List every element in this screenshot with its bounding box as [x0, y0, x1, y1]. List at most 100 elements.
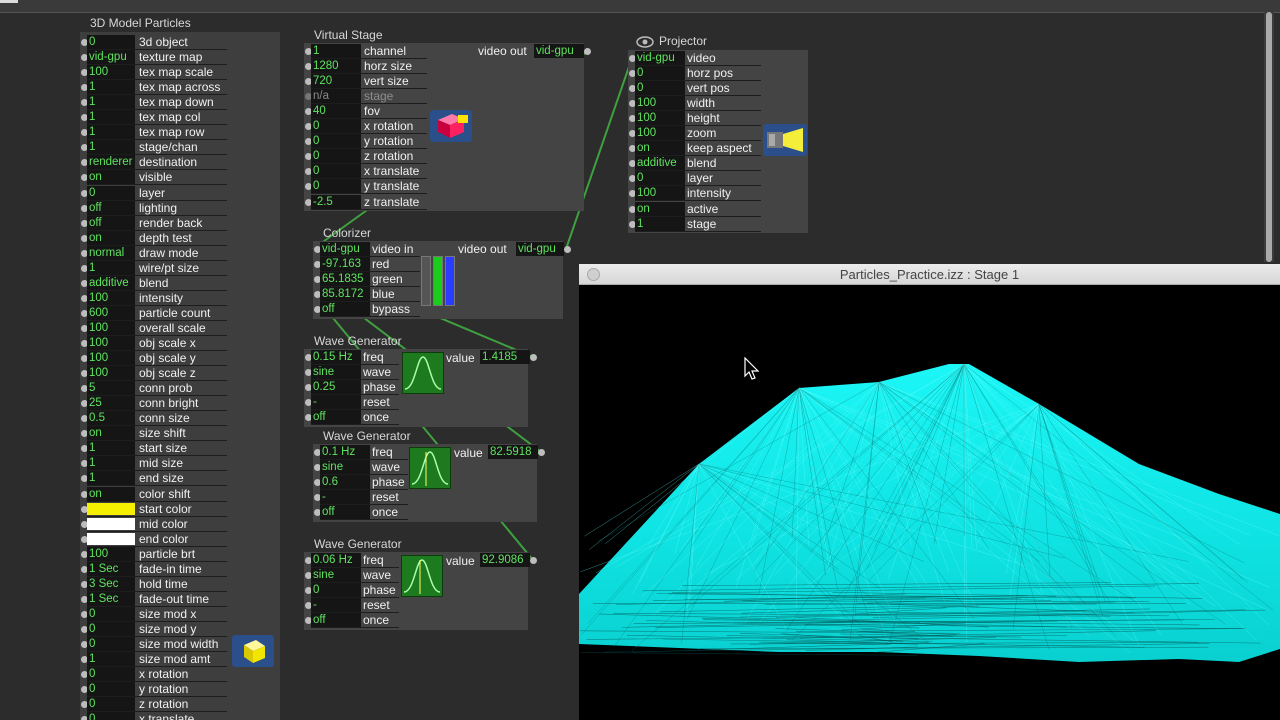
port-value[interactable]: 1	[87, 80, 135, 95]
port-value[interactable]: 100	[635, 186, 685, 201]
port-value[interactable]: 1	[87, 125, 135, 140]
port-value[interactable]: 0.25	[311, 380, 361, 395]
port-value[interactable]: n/a	[311, 89, 361, 104]
port-value[interactable]: vid-gpu	[635, 51, 685, 65]
rgb-bars-icon[interactable]	[419, 254, 459, 306]
port-value[interactable]: on	[87, 486, 135, 501]
port-value[interactable]: -	[311, 395, 361, 410]
port-value[interactable]: on	[87, 170, 135, 185]
port-value[interactable]: 0	[87, 621, 135, 636]
port-value[interactable]: 0	[311, 583, 361, 598]
actor-3d-model-particles[interactable]: 3D Model Particles 0 3d object vid-gpu text…	[80, 16, 280, 720]
port-value[interactable]: on	[87, 426, 135, 441]
port-value[interactable]: 0.1 Hz	[320, 445, 370, 459]
port-value[interactable]: 0	[311, 119, 361, 134]
port-value[interactable]: 0	[311, 164, 361, 179]
output-port[interactable]	[530, 557, 537, 564]
port-value[interactable]: 1	[87, 140, 135, 155]
output-port[interactable]	[584, 48, 591, 55]
port-value[interactable]: off	[311, 613, 361, 628]
port-value[interactable]: -	[311, 598, 361, 613]
port-value[interactable]: vid-gpu	[87, 50, 135, 65]
port-value[interactable]: 100	[635, 96, 685, 111]
port-value[interactable]: 1280	[311, 59, 361, 74]
port-value[interactable]: 0	[87, 667, 135, 682]
port-value[interactable]: additive	[87, 275, 135, 290]
color-swatch[interactable]	[87, 532, 135, 545]
port-value[interactable]: 1	[635, 216, 685, 231]
port-value[interactable]: 100	[87, 336, 135, 350]
port-value[interactable]: 0	[311, 179, 361, 194]
port-value[interactable]: 100	[87, 546, 135, 561]
port-value[interactable]: 0	[635, 66, 685, 81]
port-value[interactable]: 0	[311, 149, 361, 164]
output-port[interactable]	[564, 246, 571, 253]
output-port[interactable]	[538, 449, 545, 456]
output-value[interactable]: 82.5918	[488, 445, 538, 459]
port-value[interactable]: 1 Sec	[87, 561, 135, 576]
port-value[interactable]: 3 Sec	[87, 576, 135, 591]
eye-icon[interactable]	[636, 35, 654, 48]
actor-wave-generator-2[interactable]: Wave Generator 0.1 Hz freq sine wave 0.6 phas…	[313, 429, 545, 522]
port-value[interactable]: additive	[635, 156, 685, 171]
port-value[interactable]: 0.5	[87, 411, 135, 426]
port-value[interactable]: 0.15 Hz	[311, 350, 361, 364]
sine-wave-icon[interactable]	[401, 555, 443, 597]
port-value[interactable]: off	[87, 200, 135, 215]
port-value[interactable]: 1	[87, 95, 135, 110]
port-value[interactable]: 65.1835	[320, 272, 370, 287]
output-value[interactable]: 92.9086	[480, 553, 530, 567]
port-value[interactable]: 1	[311, 44, 361, 58]
port-value[interactable]: -97.163	[320, 257, 370, 272]
projector-icon[interactable]	[763, 124, 807, 156]
port-value[interactable]: 0	[635, 171, 685, 186]
isadora-patch-canvas[interactable]: 3D Model Particles 0 3d object vid-gpu text…	[0, 0, 1280, 720]
port-value[interactable]: 0.06 Hz	[311, 553, 361, 567]
output-value[interactable]: vid-gpu	[534, 44, 584, 58]
port-value[interactable]: 0	[87, 637, 135, 651]
port-value[interactable]: 100	[87, 351, 135, 366]
port-value[interactable]: 1	[87, 110, 135, 125]
actor-projector[interactable]: Projector vid-gpu video 0 horz pos 0 vert pos…	[628, 34, 808, 233]
port-value[interactable]: 100	[87, 320, 135, 335]
port-value[interactable]: sine	[320, 460, 370, 475]
port-value[interactable]: 100	[635, 126, 685, 141]
color-swatch[interactable]	[87, 502, 135, 515]
actor-virtual-stage[interactable]: Virtual Stage 1 channel 1280 horz size 720 ve…	[304, 28, 591, 211]
port-value[interactable]: off	[311, 410, 361, 425]
vertical-scrollbar[interactable]	[1264, 12, 1274, 262]
port-value[interactable]: sine	[311, 365, 361, 380]
port-value[interactable]: 85.8172	[320, 287, 370, 302]
port-value[interactable]: 100	[87, 290, 135, 305]
scrollbar-thumb[interactable]	[1266, 12, 1272, 262]
port-value[interactable]: 1	[87, 652, 135, 667]
port-value[interactable]: 1 Sec	[87, 591, 135, 606]
port-value[interactable]: 0	[87, 35, 135, 49]
actor-wave-generator-1[interactable]: Wave Generator 0.15 Hz freq sine wave 0.25 ph…	[304, 334, 537, 427]
port-value[interactable]: renderer	[87, 155, 135, 170]
port-value[interactable]: 1	[87, 456, 135, 471]
stage-titlebar[interactable]: Particles_Practice.izz : Stage 1	[579, 264, 1280, 285]
actor-colorizer[interactable]: Colorizer vid-gpu video in -97.163 red 65.18…	[313, 226, 571, 319]
port-value[interactable]: 5	[87, 381, 135, 396]
port-value[interactable]: 0	[87, 606, 135, 621]
port-value[interactable]: 1	[87, 441, 135, 456]
port-value[interactable]: 100	[87, 65, 135, 80]
port-value[interactable]: sine	[311, 568, 361, 583]
port-value[interactable]: 0	[87, 682, 135, 697]
port-value[interactable]: 0	[87, 697, 135, 712]
color-swatch[interactable]	[87, 517, 135, 530]
red-cube-icon[interactable]	[430, 110, 472, 142]
stage-window[interactable]: Particles_Practice.izz : Stage 1	[579, 264, 1280, 720]
port-value[interactable]: 1	[87, 471, 135, 486]
port-value[interactable]: 40	[311, 104, 361, 119]
port-value[interactable]: on	[87, 230, 135, 245]
yellow-cube-icon[interactable]	[232, 635, 274, 667]
port-value[interactable]: off	[320, 505, 370, 520]
port-value[interactable]: 100	[87, 366, 135, 381]
port-value[interactable]: vid-gpu	[320, 242, 370, 256]
port-value[interactable]: off	[320, 302, 370, 317]
output-value[interactable]: vid-gpu	[516, 242, 564, 256]
port-value[interactable]: 100	[635, 111, 685, 126]
port-value[interactable]: on	[635, 141, 685, 156]
